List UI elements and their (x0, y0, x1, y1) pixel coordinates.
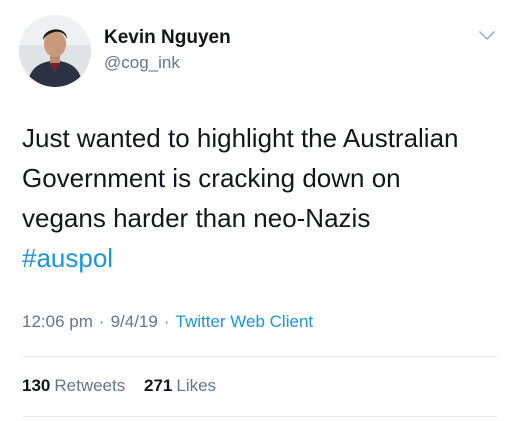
retweets-label: Retweets (54, 376, 126, 395)
divider (22, 356, 498, 357)
avatar[interactable] (19, 15, 91, 87)
tweet-text: Just wanted to highlight the Australian … (22, 118, 502, 278)
hashtag-link[interactable]: #auspol (22, 238, 502, 278)
retweets-count: 130 (22, 376, 51, 395)
tweet-card: Kevin Nguyen @cog_ink Just wanted to hig… (0, 0, 515, 421)
chevron-down-icon[interactable] (478, 29, 496, 43)
tweet-text-line: vegans harder than neo-Nazis (22, 203, 371, 233)
meta-separator: · (163, 312, 170, 331)
retweets-stat[interactable]: 130 Retweets (22, 376, 125, 396)
tweet-stats: 130 Retweets 271 Likes (22, 376, 230, 396)
meta-separator: · (98, 312, 105, 331)
likes-count: 271 (143, 376, 173, 395)
tweet-meta: 12:06 pm · 9/4/19 · Twitter Web Client (22, 312, 313, 332)
tweet-text-line: Just wanted to highlight the Australian (22, 123, 459, 153)
author-handle[interactable]: @cog_ink (104, 53, 180, 73)
author-display-name[interactable]: Kevin Nguyen (104, 27, 231, 49)
tweet-text-line: Government is cracking down on (22, 163, 401, 193)
tweet-client-link[interactable]: Twitter Web Client (176, 312, 314, 331)
likes-stat[interactable]: 271 Likes (144, 376, 216, 396)
tweet-date[interactable]: 9/4/19 (111, 312, 158, 331)
divider (22, 416, 498, 417)
tweet-time[interactable]: 12:06 pm (22, 312, 93, 331)
avatar-image (19, 15, 91, 87)
likes-label: Likes (176, 376, 217, 395)
